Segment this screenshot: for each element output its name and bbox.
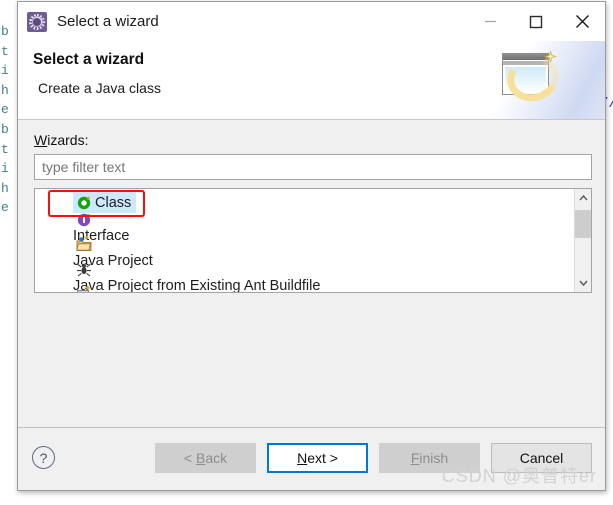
wizard-gear-icon [27,11,47,32]
finish-button: Finish [379,443,480,473]
tree-item-content: Plug-in Project [73,286,170,292]
finish-button-label: Finish [410,450,449,466]
java-project-icon [73,236,95,253]
new-wizard-banner-icon [481,41,605,119]
wizards-tree[interactable]: Class Interface Java Project Java Project f… [34,188,592,293]
cancel-button[interactable]: Cancel [491,443,592,473]
window-controls [467,2,605,41]
dialog-footer: ? < Back Next > Finish Cancel CSDN @奥普特er [18,427,605,490]
back-button-label: < Back [183,450,228,466]
dialog-button-bar: < Back Next > Finish Cancel [155,443,592,473]
filter-input[interactable] [34,154,592,180]
tree-item-label: Class [95,194,132,211]
plugin-project-icon [73,286,95,292]
chevron-down-icon[interactable] [575,274,591,292]
help-button[interactable]: ? [32,446,55,469]
page-title: Select a wizard [33,51,145,68]
scrollbar-track[interactable] [575,206,591,275]
next-button-label: Next > [297,450,338,466]
close-icon[interactable] [559,2,605,41]
scrollbar-thumb[interactable] [575,210,591,238]
cancel-button-label: Cancel [519,450,564,466]
background-code-left: b t i h e b t i h e [1,24,9,216]
dialog-header: Select a wizard Create a Java class [18,41,605,120]
next-button[interactable]: Next > [267,443,368,473]
wizards-label-accesskey: W [34,132,48,148]
maximize-icon[interactable] [513,2,559,41]
wizards-tree-rows: Class Interface Java Project Java Project f… [35,189,574,292]
java-class-icon [73,194,95,211]
minimize-icon[interactable] [467,2,513,41]
window-title: Select a wizard [57,13,159,30]
back-button: < Back [155,443,256,473]
tree-item-content: Class [73,192,137,213]
java-interface-icon [73,211,95,228]
tree-vertical-scrollbar[interactable] [574,189,591,292]
dialog-titlebar: Select a wizard [18,2,605,41]
dialog-body: Wizards: ClassInterfaceJava ProjectJava … [18,120,605,427]
chevron-up-icon[interactable] [575,189,591,206]
ant-buildfile-icon [73,261,95,278]
wizards-label-rest: izards: [47,132,89,148]
wizards-label: Wizards: [34,132,88,148]
select-a-wizard-dialog: Select a wizard Select a wizard Create a… [17,1,606,491]
page-description: Create a Java class [38,80,161,96]
